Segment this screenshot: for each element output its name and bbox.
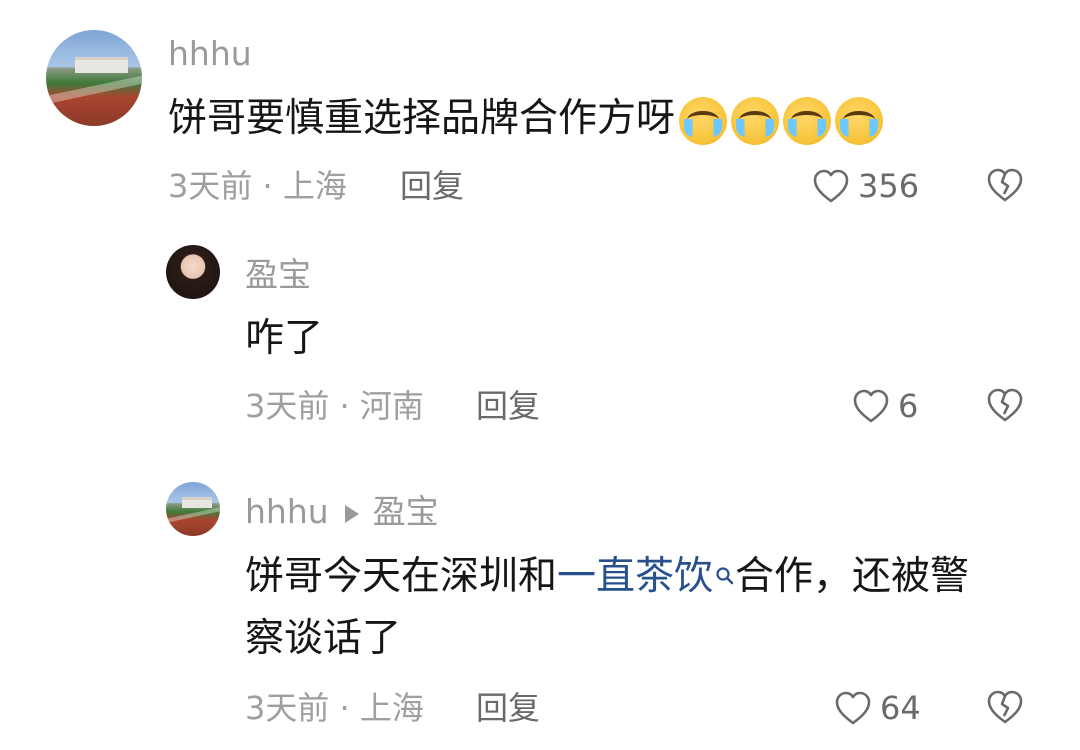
heart-outline-icon xyxy=(834,690,872,726)
broken-heart-icon xyxy=(986,167,1024,203)
search-link-text[interactable]: 一直茶饮 xyxy=(557,554,713,599)
comment-text-after: 合作，还被警 xyxy=(735,554,970,599)
like-button[interactable]: 64 xyxy=(834,688,921,728)
reply-button[interactable]: 回复 xyxy=(476,386,540,426)
crying-face-emoji xyxy=(731,96,780,145)
comment-time-location: 3天前 · 上海 xyxy=(245,689,424,727)
avatar-yingbao[interactable] xyxy=(166,245,220,299)
search-link[interactable]: 一直茶饮 xyxy=(557,554,735,599)
crying-face-emoji xyxy=(835,96,884,145)
comment-time-location: 3天前 · 河南 xyxy=(245,387,424,425)
reply-button[interactable]: 回复 xyxy=(476,688,540,728)
reply-to-username[interactable]: 盈宝 xyxy=(373,492,439,531)
crying-face-emoji xyxy=(783,96,832,145)
comment-username[interactable]: hhhu xyxy=(168,34,252,74)
heart-outline-icon xyxy=(852,388,890,424)
broken-heart-icon xyxy=(986,387,1024,423)
comment-text-before: 饼哥今天在深圳和 xyxy=(245,554,558,599)
like-count: 6 xyxy=(898,387,919,425)
comment-text: 咋了 xyxy=(245,316,324,361)
reply-header: hhhu 盈宝 xyxy=(245,492,439,532)
like-button[interactable]: 6 xyxy=(852,386,918,426)
heart-outline-icon xyxy=(812,168,850,204)
comment-text-content: 饼哥要慎重选择品牌合作方呀 xyxy=(168,96,676,141)
like-count: 64 xyxy=(880,689,921,727)
comment-text-line2: 察谈话了 xyxy=(245,616,402,661)
comment-username[interactable]: hhhu xyxy=(245,492,329,531)
like-button[interactable]: 356 xyxy=(812,166,919,206)
comment-text: 饼哥今天在深圳和一直茶饮 合作，还被警 xyxy=(245,546,969,608)
dislike-button[interactable] xyxy=(986,387,1024,423)
comment-time-location: 3天前 · 上海 xyxy=(168,167,347,205)
reply-arrow-icon xyxy=(344,504,359,523)
dislike-button[interactable] xyxy=(986,689,1024,725)
search-small-icon xyxy=(715,546,735,608)
broken-heart-icon xyxy=(986,689,1024,725)
comment-username[interactable]: 盈宝 xyxy=(245,255,311,295)
dislike-button[interactable] xyxy=(986,167,1024,203)
comment-text: 饼哥要慎重选择品牌合作方呀 xyxy=(168,88,884,150)
like-count: 356 xyxy=(858,167,920,205)
avatar-hhhu[interactable] xyxy=(166,482,220,536)
reply-button[interactable]: 回复 xyxy=(400,166,464,206)
crying-face-emoji xyxy=(679,96,728,145)
avatar-hhhu[interactable] xyxy=(46,30,142,126)
